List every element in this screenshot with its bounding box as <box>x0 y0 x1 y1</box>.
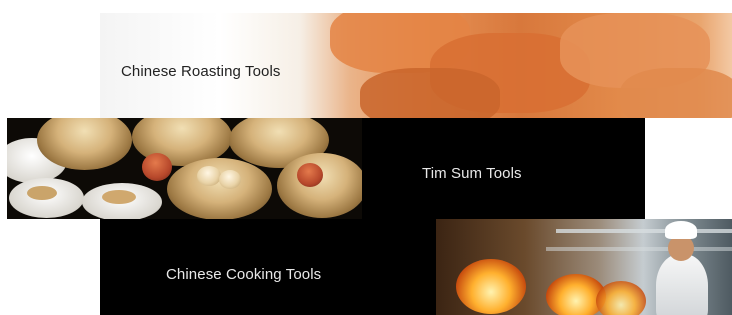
dimsum-tools-label: Tim Sum Tools <box>422 165 522 182</box>
roasting-tools-banner[interactable]: Chinese Roasting Tools <box>100 13 732 118</box>
cooking-tools-label: Chinese Cooking Tools <box>166 266 322 283</box>
dimsum-tools-panel[interactable]: Tim Sum Tools <box>362 118 645 219</box>
roasting-tools-label: Chinese Roasting Tools <box>121 63 281 80</box>
cooking-tools-panel[interactable]: Chinese Cooking Tools <box>100 219 436 315</box>
dimsum-photo[interactable] <box>7 118 362 219</box>
kitchen-photo[interactable] <box>436 219 732 315</box>
